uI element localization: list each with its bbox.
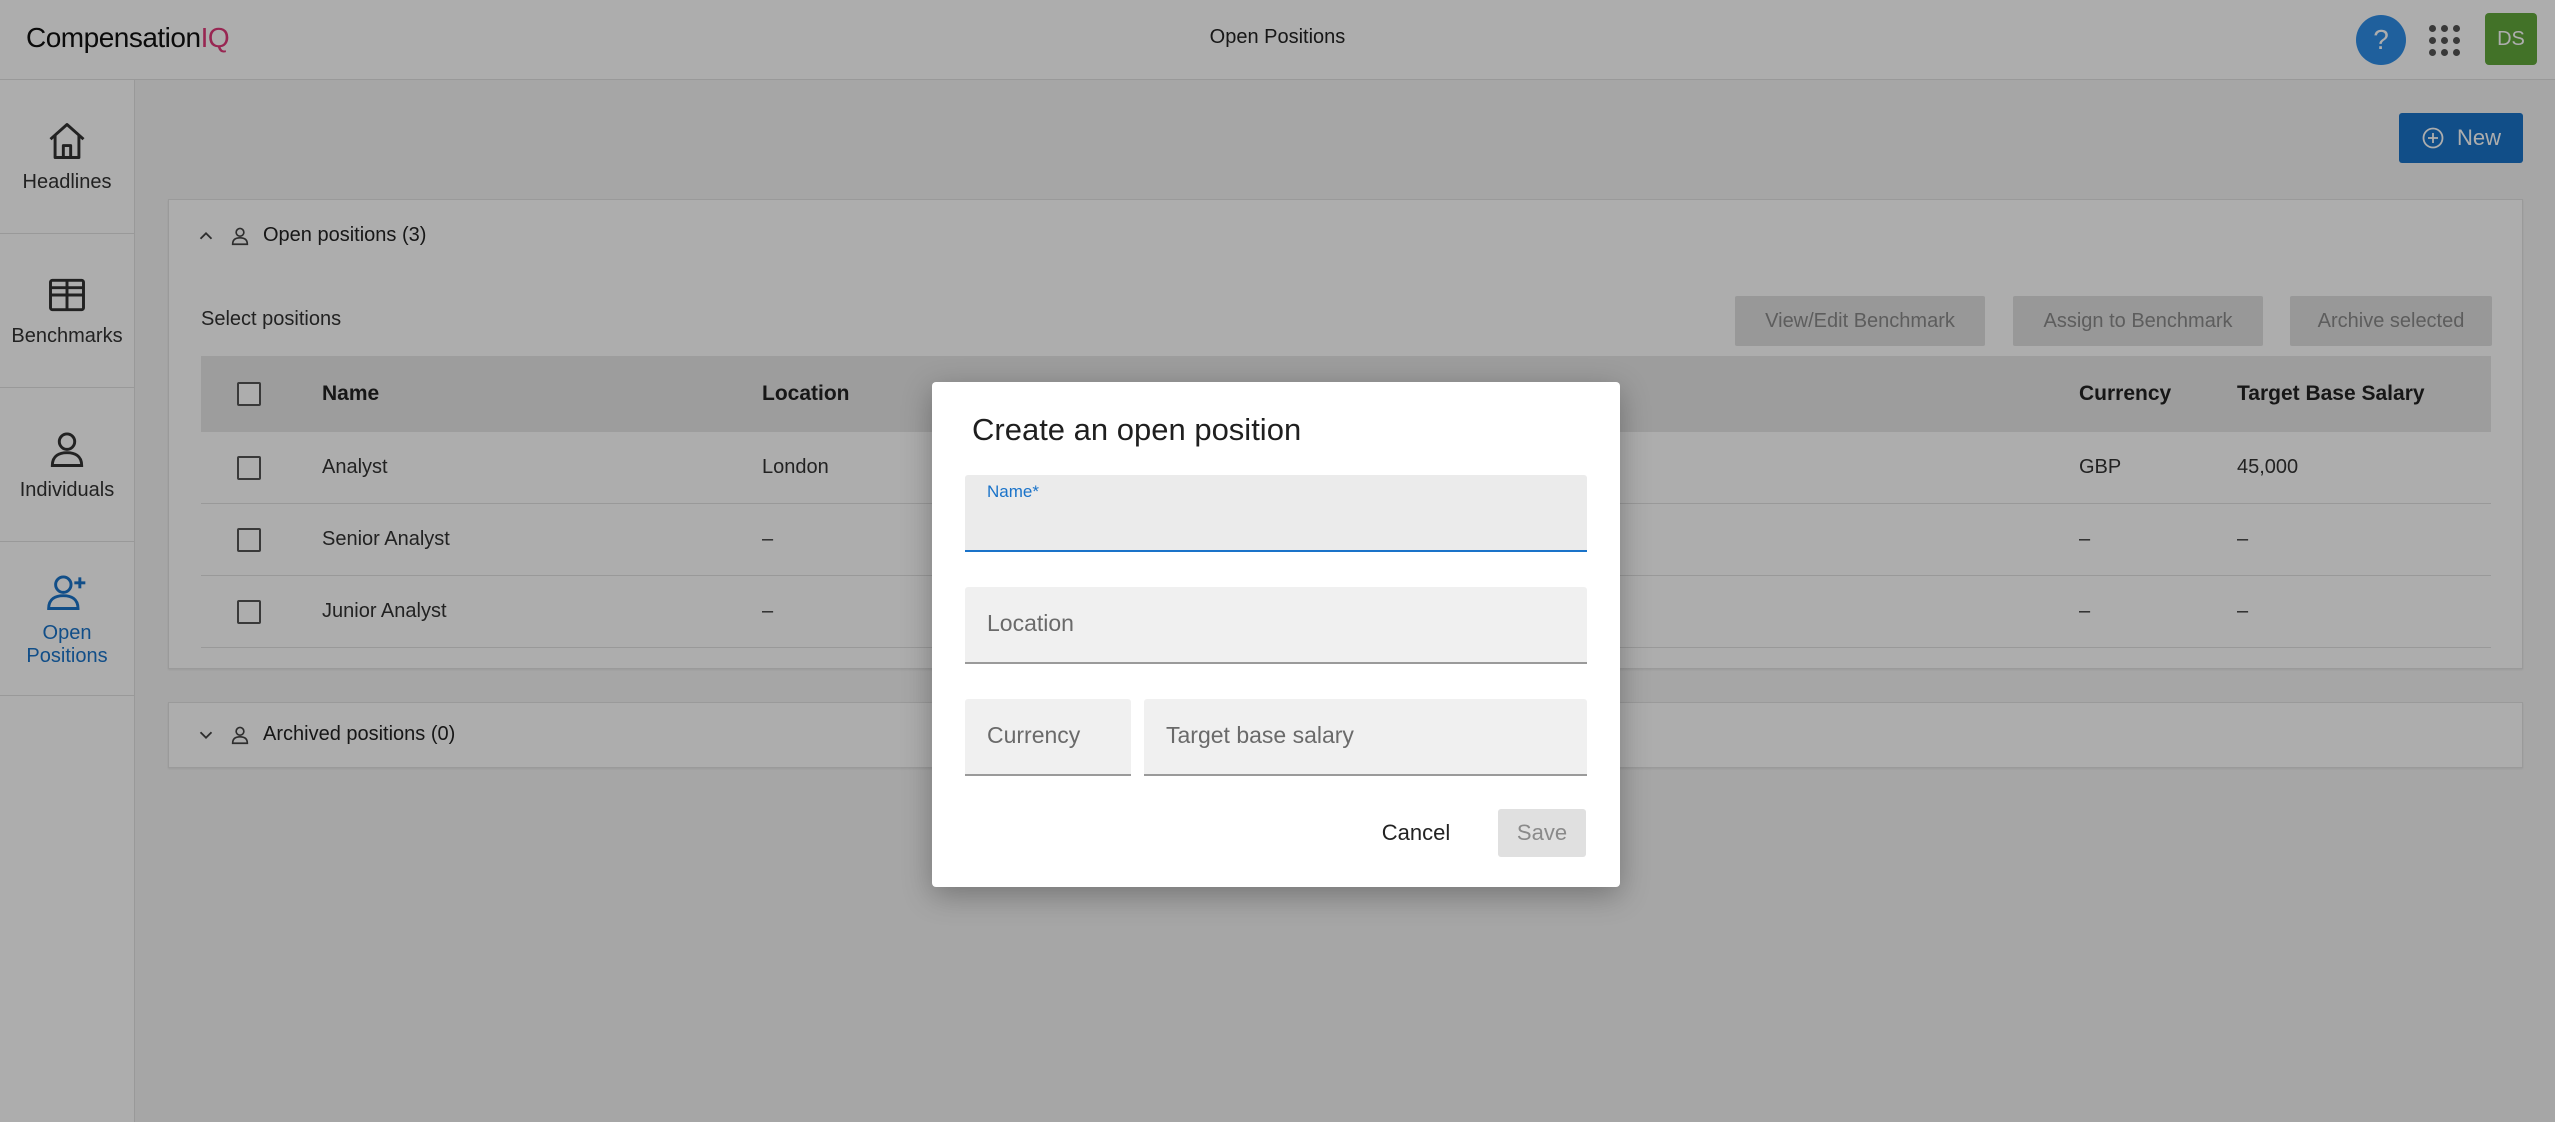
create-position-dialog: Create an open position Name* Location C… bbox=[932, 382, 1620, 887]
name-input[interactable] bbox=[987, 509, 1565, 535]
name-field[interactable]: Name* bbox=[965, 475, 1587, 552]
target-salary-field-label: Target base salary bbox=[1166, 722, 1354, 748]
location-field[interactable]: Location bbox=[965, 587, 1587, 664]
location-field-label: Location bbox=[987, 610, 1074, 636]
save-button[interactable]: Save bbox=[1498, 809, 1586, 857]
cancel-button[interactable]: Cancel bbox=[1369, 809, 1463, 857]
currency-field-label: Currency bbox=[987, 722, 1081, 748]
dialog-title: Create an open position bbox=[972, 412, 1302, 447]
name-field-label: Name* bbox=[987, 482, 1039, 501]
currency-field[interactable]: Currency bbox=[965, 699, 1131, 776]
target-salary-field[interactable]: Target base salary bbox=[1144, 699, 1587, 776]
